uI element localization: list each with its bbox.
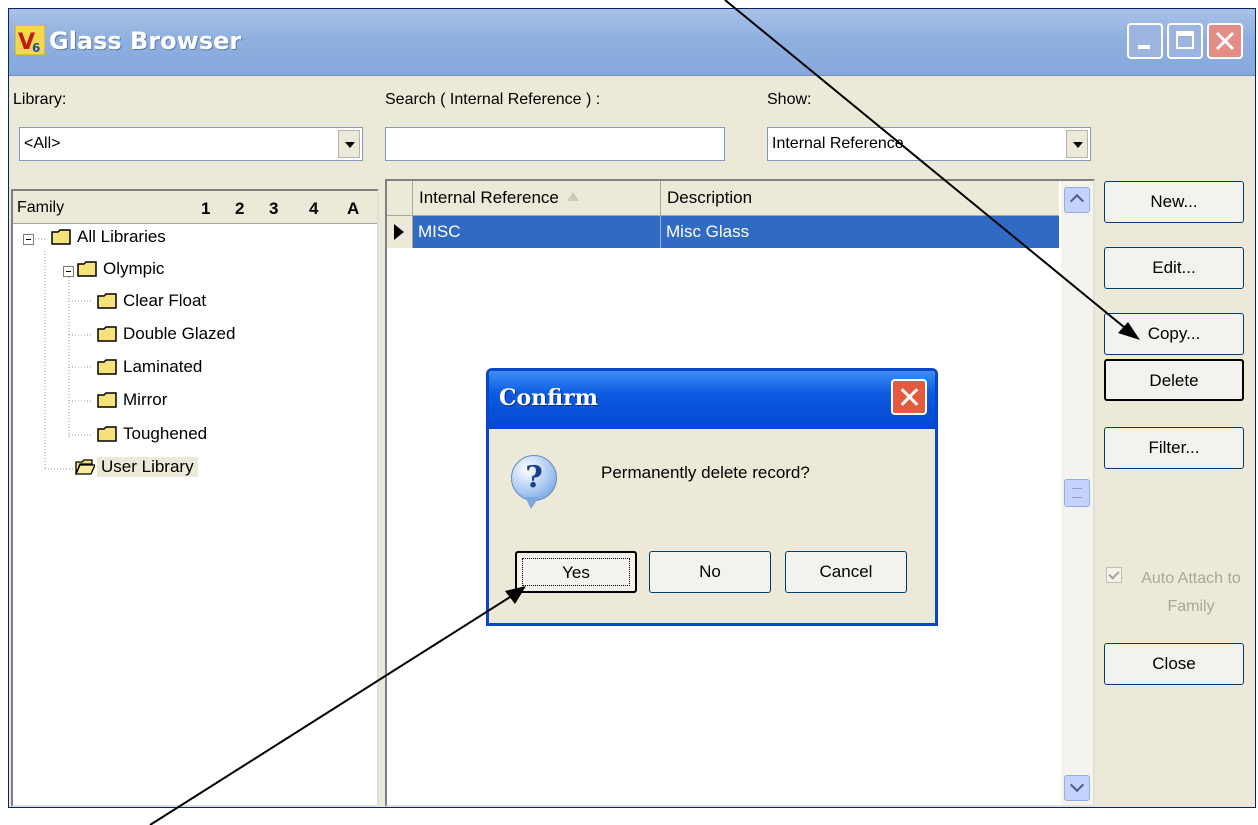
tree-node-label: User Library [97, 457, 198, 477]
scroll-thumb[interactable] [1064, 479, 1090, 507]
family-tree-panel: Family 1 2 3 4 A All Libraries Olympic C… [11, 189, 379, 807]
copy-button[interactable]: Copy... [1104, 313, 1244, 355]
family-header-label: Family [17, 199, 65, 216]
dialog-title-bar[interactable]: Confirm [489, 371, 935, 429]
yes-button[interactable]: Yes [515, 551, 637, 593]
open-folder-icon [75, 459, 95, 475]
grid-header: Internal Reference Description [387, 181, 1059, 216]
tree-connectors [29, 238, 93, 470]
question-icon-tail [525, 497, 539, 509]
level-3-button[interactable]: 3 [269, 199, 278, 219]
show-dropdown[interactable]: Internal Reference [767, 127, 1091, 161]
library-value: <All> [24, 135, 61, 152]
folder-icon [77, 261, 97, 277]
vertical-scrollbar[interactable] [1061, 181, 1093, 805]
close-icon [1215, 31, 1235, 51]
tree-node-label: Toughened [123, 424, 208, 443]
auto-attach-checkbox[interactable] [1106, 567, 1122, 583]
confirm-dialog: Confirm ? Permanently delete record? Yes… [486, 368, 938, 626]
level-all-button[interactable]: A [347, 199, 359, 219]
tree-node-label: All Libraries [77, 227, 166, 246]
no-button[interactable]: No [649, 551, 771, 593]
level-4-button[interactable]: 4 [309, 199, 318, 219]
family-tree: All Libraries Olympic Clear Float Double… [13, 223, 377, 805]
no-button-label: No [699, 562, 721, 581]
collapse-olympic[interactable] [63, 266, 74, 277]
app-logo-icon: V 6 [15, 25, 45, 55]
collapse-all-libraries[interactable] [23, 234, 34, 245]
title-bar[interactable]: V 6 Glass Browser [9, 9, 1255, 76]
folder-icon [51, 229, 71, 245]
chevron-down-icon[interactable] [1066, 130, 1088, 158]
dialog-close-icon[interactable] [891, 379, 927, 415]
level-2-button[interactable]: 2 [235, 199, 244, 219]
folder-icon [97, 392, 117, 408]
minimize-icon [1138, 45, 1150, 49]
column-header-label: Internal Reference [419, 188, 559, 207]
close-window-button[interactable] [1207, 23, 1243, 59]
new-button-label: New... [1150, 192, 1198, 211]
scroll-down-icon[interactable] [1064, 775, 1090, 801]
filter-button-label: Filter... [1148, 438, 1200, 457]
delete-button-label: Delete [1149, 371, 1199, 390]
question-icon: ? [511, 455, 557, 501]
show-label: Show: [767, 91, 812, 108]
folder-icon [97, 359, 117, 375]
edit-button-label: Edit... [1152, 258, 1196, 277]
new-button[interactable]: New... [1104, 181, 1244, 223]
tree-node-label: Clear Float [123, 291, 207, 310]
folder-icon [97, 293, 117, 309]
column-header-internal-reference[interactable]: Internal Reference [413, 181, 661, 215]
delete-button[interactable]: Delete [1104, 359, 1244, 401]
maximize-button[interactable] [1167, 23, 1203, 59]
copy-button-label: Copy... [1147, 324, 1201, 343]
current-row-icon [387, 216, 413, 248]
cell-text: Misc Glass [666, 222, 750, 241]
scroll-up-icon[interactable] [1064, 187, 1090, 213]
sort-ascending-icon [566, 192, 579, 201]
cell-description[interactable]: Misc Glass [661, 216, 1059, 248]
tree-node-label: Olympic [103, 259, 165, 278]
window-title: Glass Browser [49, 27, 242, 55]
column-header-label: Description [667, 188, 753, 207]
cell-text: MISC [418, 222, 461, 241]
svg-text:6: 6 [32, 41, 40, 55]
folder-icon [97, 326, 117, 342]
close-button-label: Close [1152, 654, 1196, 673]
close-button[interactable]: Close [1104, 643, 1244, 685]
row-indicator-header [387, 181, 413, 215]
auto-attach-label: Auto Attach to Family [1141, 570, 1241, 615]
tree-node-label: Mirror [123, 390, 168, 409]
dialog-message: Permanently delete record? [601, 463, 810, 482]
tree-node-label: Double Glazed [123, 324, 236, 343]
family-header: Family 1 2 3 4 A [13, 191, 377, 224]
maximize-icon [1176, 31, 1194, 49]
table-row[interactable]: MISC Misc Glass [387, 216, 1059, 248]
search-label: Search ( Internal Reference ) : [385, 91, 601, 108]
cancel-button-label: Cancel [819, 562, 873, 581]
yes-button-label: Yes [562, 563, 590, 582]
minimize-button[interactable] [1127, 23, 1163, 59]
folder-icon [97, 426, 117, 442]
edit-button[interactable]: Edit... [1104, 247, 1244, 289]
cell-internal-reference[interactable]: MISC [413, 216, 661, 248]
chevron-down-icon[interactable] [338, 130, 360, 158]
library-dropdown[interactable]: <All> [19, 127, 363, 161]
search-input[interactable] [385, 127, 725, 161]
library-label: Library: [13, 91, 67, 108]
filter-button[interactable]: Filter... [1104, 427, 1244, 469]
level-1-button[interactable]: 1 [201, 199, 210, 219]
tree-node-label: Laminated [123, 357, 203, 376]
dialog-title: Confirm [499, 385, 599, 411]
column-header-description[interactable]: Description [661, 181, 1059, 215]
show-value: Internal Reference [772, 135, 904, 152]
cancel-button[interactable]: Cancel [785, 551, 907, 593]
